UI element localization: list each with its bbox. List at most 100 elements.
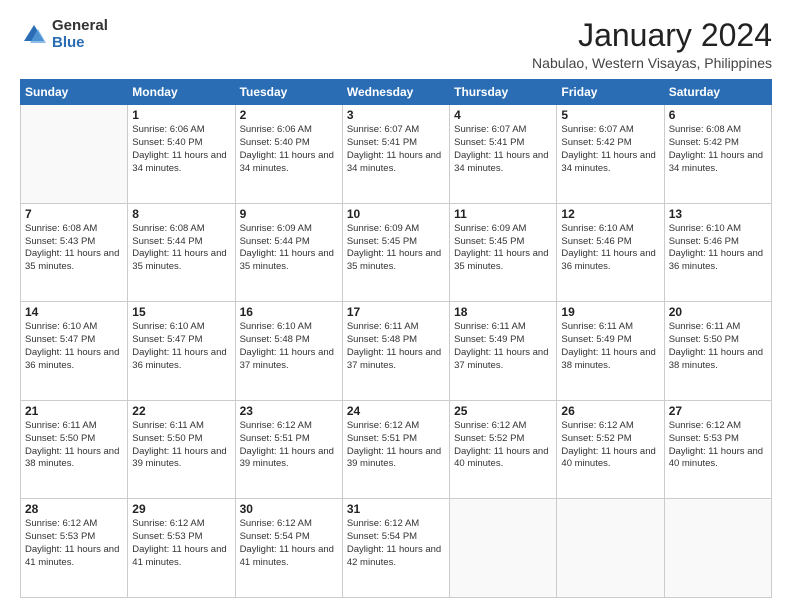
table-row: 5 Sunrise: 6:07 AMSunset: 5:42 PMDaylight… — [557, 105, 664, 204]
title-block: January 2024 Nabulao, Western Visayas, P… — [532, 18, 772, 71]
day-info: Sunrise: 6:11 AMSunset: 5:49 PMDaylight:… — [454, 321, 552, 372]
table-row: 27Sunrise: 6:12 AMSunset: 5:53 PMDayligh… — [664, 400, 771, 499]
table-row: 24Sunrise: 6:12 AMSunset: 5:51 PMDayligh… — [342, 400, 449, 499]
col-saturday: Saturday — [664, 80, 771, 105]
table-row: 26 Sunrise: 6:12 AMSunset: 5:52 PMDayligh… — [557, 400, 664, 499]
day-number: 6 — [669, 108, 767, 122]
table-row: 19 Sunrise: 6:11 AMSunset: 5:49 PMDayligh… — [557, 302, 664, 401]
day-number: 13 — [669, 207, 767, 221]
logo-general: General — [52, 18, 108, 35]
day-info: Sunrise: 6:10 AMSunset: 5:46 PMDaylight:… — [561, 223, 659, 274]
calendar-table: Sunday Monday Tuesday Wednesday Thursday… — [20, 79, 772, 598]
day-number: 11 — [454, 207, 552, 221]
day-number: 18 — [454, 305, 552, 319]
day-number: 20 — [669, 305, 767, 319]
day-info: Sunrise: 6:08 AMSunset: 5:44 PMDaylight:… — [132, 223, 230, 274]
day-info: Sunrise: 6:10 AMSunset: 5:47 PMDaylight:… — [132, 321, 230, 372]
page: General Blue January 2024 Nabulao, Weste… — [0, 0, 792, 612]
day-info: Sunrise: 6:11 AMSunset: 5:50 PMDaylight:… — [25, 420, 123, 471]
day-info: Sunrise: 6:09 AMSunset: 5:44 PMDaylight:… — [240, 223, 338, 274]
col-friday: Friday — [557, 80, 664, 105]
day-number: 30 — [240, 502, 338, 516]
day-info: Sunrise: 6:12 AMSunset: 5:53 PMDaylight:… — [132, 518, 230, 569]
table-row: 14 Sunrise: 6:10 AMSunset: 5:47 PMDayligh… — [21, 302, 128, 401]
header-row: Sunday Monday Tuesday Wednesday Thursday… — [21, 80, 772, 105]
day-info: Sunrise: 6:11 AMSunset: 5:50 PMDaylight:… — [669, 321, 767, 372]
table-row: 6 Sunrise: 6:08 AMSunset: 5:42 PMDaylight… — [664, 105, 771, 204]
day-info: Sunrise: 6:06 AMSunset: 5:40 PMDaylight:… — [132, 124, 230, 175]
day-info: Sunrise: 6:10 AMSunset: 5:46 PMDaylight:… — [669, 223, 767, 274]
table-row: 9 Sunrise: 6:09 AMSunset: 5:44 PMDaylight… — [235, 203, 342, 302]
logo-text: General Blue — [52, 18, 108, 51]
day-number: 5 — [561, 108, 659, 122]
col-thursday: Thursday — [450, 80, 557, 105]
day-info: Sunrise: 6:11 AMSunset: 5:48 PMDaylight:… — [347, 321, 445, 372]
col-sunday: Sunday — [21, 80, 128, 105]
header: General Blue January 2024 Nabulao, Weste… — [20, 18, 772, 71]
day-number: 1 — [132, 108, 230, 122]
week-row-1: 7 Sunrise: 6:08 AMSunset: 5:43 PMDaylight… — [21, 203, 772, 302]
table-row — [664, 499, 771, 598]
day-info: Sunrise: 6:10 AMSunset: 5:47 PMDaylight:… — [25, 321, 123, 372]
day-number: 24 — [347, 404, 445, 418]
day-info: Sunrise: 6:10 AMSunset: 5:48 PMDaylight:… — [240, 321, 338, 372]
day-info: Sunrise: 6:12 AMSunset: 5:53 PMDaylight:… — [25, 518, 123, 569]
day-info: Sunrise: 6:12 AMSunset: 5:52 PMDaylight:… — [561, 420, 659, 471]
week-row-0: 1 Sunrise: 6:06 AMSunset: 5:40 PMDaylight… — [21, 105, 772, 204]
day-number: 23 — [240, 404, 338, 418]
day-info: Sunrise: 6:06 AMSunset: 5:40 PMDaylight:… — [240, 124, 338, 175]
table-row: 29Sunrise: 6:12 AMSunset: 5:53 PMDayligh… — [128, 499, 235, 598]
day-info: Sunrise: 6:08 AMSunset: 5:42 PMDaylight:… — [669, 124, 767, 175]
day-number: 7 — [25, 207, 123, 221]
table-row: 1 Sunrise: 6:06 AMSunset: 5:40 PMDaylight… — [128, 105, 235, 204]
day-number: 31 — [347, 502, 445, 516]
day-number: 4 — [454, 108, 552, 122]
day-number: 21 — [25, 404, 123, 418]
table-row: 30 Sunrise: 6:12 AMSunset: 5:54 PMDayligh… — [235, 499, 342, 598]
table-row: 12Sunrise: 6:10 AMSunset: 5:46 PMDayligh… — [557, 203, 664, 302]
week-row-4: 28 Sunrise: 6:12 AMSunset: 5:53 PMDayligh… — [21, 499, 772, 598]
table-row: 21 Sunrise: 6:11 AMSunset: 5:50 PMDayligh… — [21, 400, 128, 499]
day-info: Sunrise: 6:12 AMSunset: 5:51 PMDaylight:… — [240, 420, 338, 471]
day-info: Sunrise: 6:12 AMSunset: 5:54 PMDaylight:… — [240, 518, 338, 569]
week-row-2: 14 Sunrise: 6:10 AMSunset: 5:47 PMDayligh… — [21, 302, 772, 401]
day-info: Sunrise: 6:09 AMSunset: 5:45 PMDaylight:… — [454, 223, 552, 274]
table-row: 11 Sunrise: 6:09 AMSunset: 5:45 PMDayligh… — [450, 203, 557, 302]
logo: General Blue — [20, 18, 108, 51]
table-row: 17 Sunrise: 6:11 AMSunset: 5:48 PMDayligh… — [342, 302, 449, 401]
day-number: 17 — [347, 305, 445, 319]
day-info: Sunrise: 6:11 AMSunset: 5:49 PMDaylight:… — [561, 321, 659, 372]
day-info: Sunrise: 6:09 AMSunset: 5:45 PMDaylight:… — [347, 223, 445, 274]
table-row: 16 Sunrise: 6:10 AMSunset: 5:48 PMDayligh… — [235, 302, 342, 401]
day-info: Sunrise: 6:12 AMSunset: 5:54 PMDaylight:… — [347, 518, 445, 569]
day-number: 14 — [25, 305, 123, 319]
day-number: 26 — [561, 404, 659, 418]
day-info: Sunrise: 6:11 AMSunset: 5:50 PMDaylight:… — [132, 420, 230, 471]
table-row — [557, 499, 664, 598]
table-row — [21, 105, 128, 204]
table-row: 10Sunrise: 6:09 AMSunset: 5:45 PMDayligh… — [342, 203, 449, 302]
table-row: 4Sunrise: 6:07 AMSunset: 5:41 PMDaylight… — [450, 105, 557, 204]
month-title: January 2024 — [532, 18, 772, 53]
table-row: 31 Sunrise: 6:12 AMSunset: 5:54 PMDayligh… — [342, 499, 449, 598]
day-info: Sunrise: 6:08 AMSunset: 5:43 PMDaylight:… — [25, 223, 123, 274]
col-monday: Monday — [128, 80, 235, 105]
day-number: 19 — [561, 305, 659, 319]
day-number: 25 — [454, 404, 552, 418]
day-number: 9 — [240, 207, 338, 221]
table-row: 15Sunrise: 6:10 AMSunset: 5:47 PMDayligh… — [128, 302, 235, 401]
day-number: 22 — [132, 404, 230, 418]
table-row: 3Sunrise: 6:07 AMSunset: 5:41 PMDaylight… — [342, 105, 449, 204]
table-row: 13 Sunrise: 6:10 AMSunset: 5:46 PMDayligh… — [664, 203, 771, 302]
location: Nabulao, Western Visayas, Philippines — [532, 55, 772, 71]
table-row: 7 Sunrise: 6:08 AMSunset: 5:43 PMDaylight… — [21, 203, 128, 302]
day-number: 2 — [240, 108, 338, 122]
day-number: 28 — [25, 502, 123, 516]
logo-blue: Blue — [52, 35, 108, 52]
table-row: 25Sunrise: 6:12 AMSunset: 5:52 PMDayligh… — [450, 400, 557, 499]
day-number: 16 — [240, 305, 338, 319]
day-info: Sunrise: 6:07 AMSunset: 5:42 PMDaylight:… — [561, 124, 659, 175]
col-tuesday: Tuesday — [235, 80, 342, 105]
table-row: 2 Sunrise: 6:06 AMSunset: 5:40 PMDaylight… — [235, 105, 342, 204]
table-row: 18 Sunrise: 6:11 AMSunset: 5:49 PMDayligh… — [450, 302, 557, 401]
